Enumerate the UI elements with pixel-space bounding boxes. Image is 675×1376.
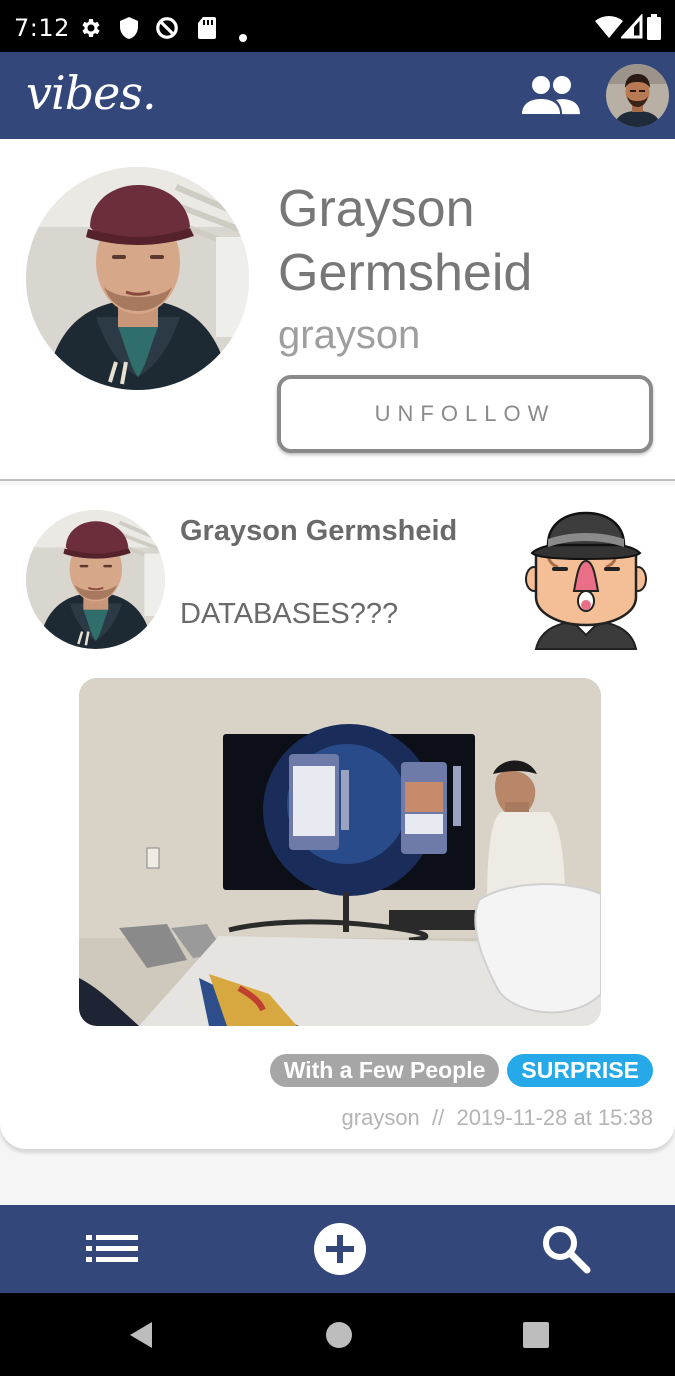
profile-username: grayson: [278, 313, 421, 357]
mood-tag: SURPRISE: [507, 1054, 653, 1087]
profile-full-name: Grayson Germsheid: [278, 180, 533, 302]
post-text: DATABASES???: [180, 598, 399, 630]
surprise-face-icon: [525, 511, 647, 650]
feed-button[interactable]: [84, 1221, 140, 1277]
settings-icon: [82, 19, 100, 37]
shield-icon: [120, 17, 138, 39]
bottom-nav: [0, 1205, 675, 1293]
wifi-icon: [595, 15, 623, 39]
back-icon[interactable]: [126, 1319, 158, 1351]
sd-card-icon: [198, 17, 216, 39]
unfollow-button[interactable]: UNFOLLOW: [277, 375, 653, 453]
new-post-button[interactable]: [312, 1221, 368, 1277]
post-card[interactable]: Grayson Germsheid DATABASES??? With a Fe…: [0, 485, 675, 1149]
app-logo[interactable]: vibes.: [26, 66, 157, 120]
post-tags: With a Few People SURPRISE: [269, 1054, 653, 1087]
company-tag: With a Few People: [269, 1054, 500, 1087]
data-saver-icon: [156, 17, 178, 39]
profile-page: Grayson Germsheid grayson UNFOLLOW Grays…: [0, 139, 675, 1205]
add-circle-icon: [314, 1223, 366, 1275]
profile-header: Grayson Germsheid grayson UNFOLLOW: [0, 139, 675, 481]
status-bar: 7:12: [0, 0, 675, 52]
search-button[interactable]: [538, 1221, 594, 1277]
people-icon: [522, 76, 580, 115]
signal-icon: [621, 14, 643, 39]
home-icon[interactable]: [323, 1319, 355, 1351]
post-photo[interactable]: [79, 678, 601, 1026]
status-time: 7:12: [14, 14, 70, 42]
recents-icon[interactable]: [520, 1319, 552, 1351]
battery-icon: [647, 14, 661, 40]
app-bar: vibes.: [0, 52, 675, 139]
friends-button[interactable]: [520, 74, 582, 118]
post-meta: grayson // 2019-11-28 at 15:38: [341, 1105, 653, 1130]
search-icon: [543, 1226, 591, 1274]
list-icon: [86, 1235, 138, 1262]
post-author-name[interactable]: Grayson Germsheid: [180, 515, 457, 548]
system-navigation-bar: [0, 1293, 675, 1376]
post-author-avatar[interactable]: [26, 510, 165, 649]
profile-avatar: [26, 167, 249, 390]
current-user-avatar[interactable]: [606, 64, 669, 127]
notification-dot-icon: [239, 34, 247, 42]
